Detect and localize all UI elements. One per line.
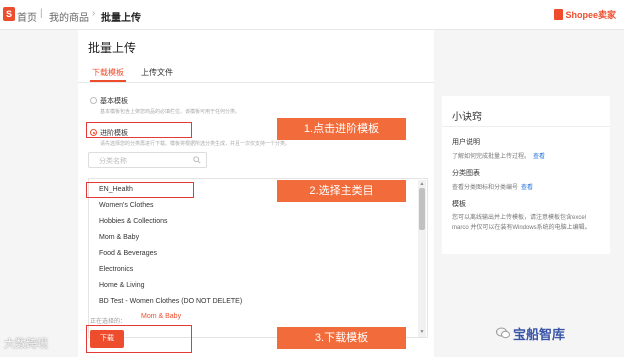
page-title: 批量上传 bbox=[88, 41, 137, 55]
watermark-left: 大数跨境 bbox=[4, 338, 48, 350]
advanced-template-desc: 请先选择您的分类再进行下载。模板将根据所选分类生成，并且一次仅支持一个分类。 bbox=[100, 141, 291, 147]
wechat-icon bbox=[496, 327, 510, 339]
tips-divider bbox=[442, 126, 610, 127]
category-search-input[interactable]: 分类名称 bbox=[88, 152, 207, 168]
breadcrumb-current: 批量上传 bbox=[101, 13, 141, 24]
breadcrumb-chevron-icon: › bbox=[92, 8, 96, 19]
selected-category-value: Mom & Baby bbox=[141, 313, 182, 320]
category-item[interactable]: Electronics bbox=[99, 266, 133, 273]
step-callout-1: 1.点击进阶模板 bbox=[277, 118, 406, 140]
scrollbar-thumb[interactable] bbox=[419, 188, 425, 230]
highlight-advanced-template bbox=[86, 122, 192, 138]
basic-template-radio[interactable] bbox=[90, 97, 97, 104]
category-item[interactable]: Hobbies & Collections bbox=[99, 218, 167, 225]
scroll-up-icon[interactable]: ▲ bbox=[419, 181, 425, 187]
category-item[interactable]: Mom & Baby bbox=[99, 234, 139, 241]
breadcrumb-home[interactable]: 首页 bbox=[17, 9, 37, 24]
tips-template-line-2: marco 并仅可以在装有Windows系统的电脑上编辑。 bbox=[452, 225, 591, 231]
category-item[interactable]: Food & Beverages bbox=[99, 250, 157, 257]
step-callout-3: 3.下载模板 bbox=[277, 327, 406, 349]
basic-template-desc: 基本模板包含上架您商品的必填栏位。该模板可用于任何分类。 bbox=[100, 109, 241, 115]
selected-category-label: 正在选择的： bbox=[90, 319, 127, 325]
tips-template-heading: 模板 bbox=[452, 201, 466, 208]
top-bar: S 首页 | 我的商品 › 批量上传 Shopee卖家 bbox=[0, 0, 624, 30]
tips-user-guide-text: 了解如何完成批量上传过程。 查看 bbox=[452, 154, 546, 160]
watermark-right: 宝船智库 bbox=[513, 327, 566, 342]
breadcrumb-separator-icon: | bbox=[40, 8, 43, 19]
category-list[interactable]: EN_Health Women's Clothes Hobbies & Coll… bbox=[88, 178, 428, 338]
brand-name: Shopee卖家 bbox=[565, 10, 616, 20]
tips-user-guide-heading: 用户说明 bbox=[452, 139, 480, 146]
tabs-divider bbox=[78, 82, 434, 83]
category-chart-view-link[interactable]: 查看 bbox=[521, 185, 533, 191]
breadcrumb-products[interactable]: 我的商品 bbox=[49, 9, 89, 24]
basic-template-label[interactable]: 基本模板 bbox=[100, 96, 128, 106]
highlight-first-category bbox=[86, 182, 194, 198]
category-item[interactable]: BD Test - Women Clothes (DO NOT DELETE) bbox=[99, 298, 242, 305]
shopping-bag-icon bbox=[554, 9, 564, 20]
tips-panel: 小诀窍 用户说明 了解如何完成批量上传过程。 查看 分类图表 查看分类图标和分类编… bbox=[442, 96, 610, 254]
tips-template-line-1: 您可以离线输出并上传模板，请注意模板包含excel bbox=[452, 215, 587, 221]
scroll-down-icon[interactable]: ▼ bbox=[419, 329, 425, 335]
tab-download-template[interactable]: 下载模板 bbox=[92, 67, 124, 78]
tips-category-chart-heading: 分类图表 bbox=[452, 170, 480, 177]
category-item[interactable]: Women's Clothes bbox=[99, 202, 154, 209]
search-icon[interactable] bbox=[193, 156, 201, 164]
step-callout-2: 2.选择主类目 bbox=[277, 180, 406, 202]
tips-category-chart-text: 查看分类图标和分类编号 查看 bbox=[452, 185, 534, 191]
shopee-seller-brand[interactable]: Shopee卖家 bbox=[554, 8, 616, 21]
search-placeholder: 分类名称 bbox=[99, 158, 127, 165]
category-item[interactable]: Home & Living bbox=[99, 282, 145, 289]
shopee-logo-icon[interactable]: S bbox=[3, 7, 15, 21]
tab-upload-file[interactable]: 上传文件 bbox=[141, 67, 173, 78]
highlight-download bbox=[86, 325, 192, 353]
tips-title: 小诀窍 bbox=[452, 112, 482, 123]
user-guide-view-link[interactable]: 查看 bbox=[533, 154, 545, 160]
